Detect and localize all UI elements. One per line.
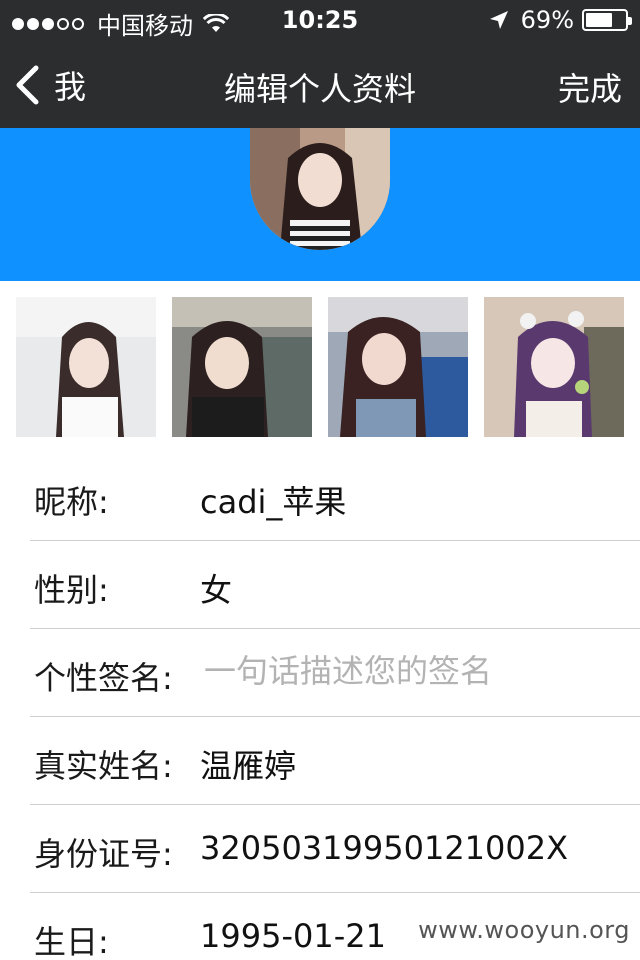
profile-form: 昵称: cadi_苹果 性别: 女 个性签名: 真实姓名: 温雁婷 身份证号: … — [0, 453, 640, 960]
row-signature[interactable]: 个性签名: — [30, 629, 640, 717]
gender-label: 性别: — [34, 571, 109, 609]
row-gender[interactable]: 性别: 女 — [30, 541, 640, 629]
gender-value[interactable]: 女 — [200, 565, 232, 611]
status-bar: 中国移动 10:25 69% — [0, 0, 640, 40]
profile-header-banner — [0, 128, 640, 281]
id-number-label: 身份证号: — [34, 835, 173, 873]
gallery-photo[interactable] — [172, 297, 312, 437]
signature-input[interactable] — [204, 647, 624, 695]
gallery-photo[interactable] — [16, 297, 156, 437]
row-id-number[interactable]: 身份证号: 32050319950121002X — [30, 805, 640, 893]
navigation-bar: 我 编辑个人资料 完成 — [0, 40, 640, 128]
edit-profile-screen: 中国移动 10:25 69% 我 编辑个人资料 完成 昵称: cadi_苹果 性… — [0, 0, 640, 960]
battery-icon — [582, 9, 632, 31]
battery-level-fill — [586, 13, 612, 27]
avatar-photo — [250, 128, 390, 250]
page-title: 编辑个人资料 — [223, 70, 416, 108]
battery-percentage: 69% — [520, 6, 574, 34]
id-number-value[interactable]: 32050319950121002X — [200, 829, 568, 867]
gallery-photo[interactable] — [484, 297, 624, 437]
photo-image — [328, 297, 468, 437]
birthday-label: 生日: — [34, 923, 109, 960]
watermark: www.wooyun.org — [418, 916, 630, 944]
done-button[interactable]: 完成 — [558, 64, 622, 110]
nickname-label: 昵称: — [34, 483, 109, 521]
row-real-name[interactable]: 真实姓名: 温雁婷 — [30, 717, 640, 805]
location-arrow-icon — [489, 11, 508, 29]
photo-image — [16, 297, 156, 437]
real-name-value[interactable]: 温雁婷 — [200, 741, 296, 787]
row-nickname[interactable]: 昵称: cadi_苹果 — [30, 453, 640, 541]
photo-image — [484, 297, 624, 437]
real-name-label: 真实姓名: — [34, 747, 173, 785]
birthday-value[interactable]: 1995-01-21 — [200, 917, 386, 955]
battery-tip — [628, 17, 632, 25]
status-right: 69% — [489, 6, 632, 34]
photo-gallery — [16, 297, 624, 437]
avatar[interactable] — [250, 128, 390, 250]
nickname-value[interactable]: cadi_苹果 — [200, 477, 346, 523]
signature-label: 个性签名: — [34, 659, 173, 697]
gallery-photo[interactable] — [328, 297, 468, 437]
photo-image — [172, 297, 312, 437]
